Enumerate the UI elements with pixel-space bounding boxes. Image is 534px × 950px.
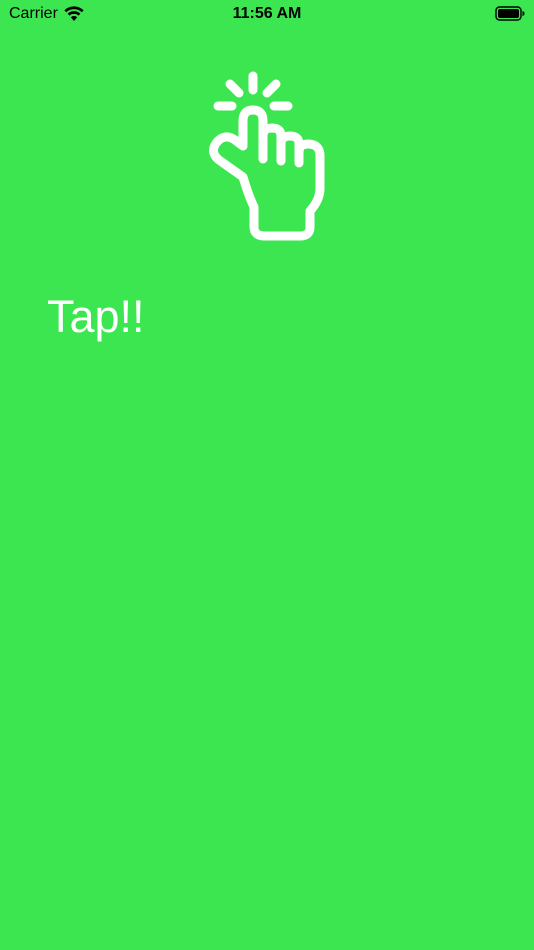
status-bar: Carrier 11:56 AM [0,0,534,28]
battery-icon [495,6,525,21]
tap-hand-icon[interactable] [205,70,330,242]
status-time: 11:56 AM [232,5,302,22]
tap-label: Tap!! [47,291,145,342]
